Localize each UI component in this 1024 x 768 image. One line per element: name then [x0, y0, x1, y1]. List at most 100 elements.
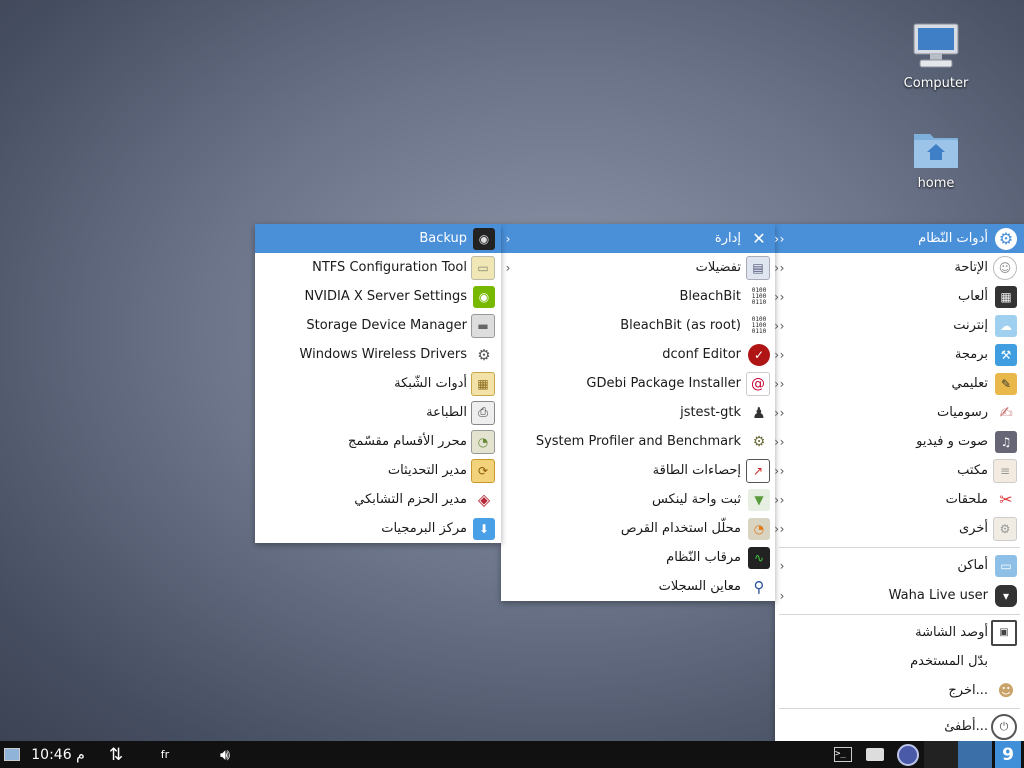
disk-usage-icon: ◔ [748, 517, 770, 540]
menu-item-accessibility[interactable]: › الإتاحة ☺ [775, 253, 1024, 282]
profiler-icon: ⚙ [752, 433, 766, 450]
backup-icon: ◉ [473, 227, 495, 250]
menu-item-label: System Profiler and Benchmark [535, 434, 741, 449]
menu-item-software-center[interactable]: مركز البرمجيات ⬇ [255, 514, 501, 543]
desktop-icon-label: home [917, 176, 955, 191]
menu-item-label: مدير الحزم التشابكي [354, 492, 467, 507]
desktop-icon-label: Computer [903, 76, 969, 91]
tools-icon: ✕ [752, 229, 766, 248]
menu-item-log-viewer[interactable]: معاين السجلات ⚲ [501, 572, 775, 601]
show-desktop-icon[interactable] [4, 741, 20, 768]
menu-item-label: مدير التحديثات [387, 463, 467, 478]
menu-item-storage-manager[interactable]: Storage Device Manager ▬ [255, 311, 501, 340]
menu-item-label: ثبت واحة لينكس [651, 492, 741, 507]
volume-icon[interactable]: 🔊︎ [212, 741, 238, 768]
main-menu: › أدوات النّظام ⚙ › الإتاحة ☺ › ألعاب ▦ … [775, 224, 1024, 741]
browser-icon[interactable] [896, 741, 920, 768]
taskbar: 10:46 م ⇅ fr 🔊︎ >_ 9 [0, 741, 1024, 768]
menu-item-installer[interactable]: ثبت واحة لينكس ▼ › [501, 485, 779, 514]
menu-item-label: برمجة [954, 347, 988, 362]
menu-item-label: ألعاب [957, 289, 988, 304]
menu-item-shutdown[interactable]: أطفئ... ⏻ [775, 712, 1024, 741]
menu-item-internet[interactable]: › إنترنت ☁ [775, 311, 1024, 340]
partition-editor-icon: ◔ [471, 429, 495, 454]
menu-item-label: إحصاءات الطاقة [652, 463, 741, 478]
menu-item-label: NVIDIA X Server Settings [304, 289, 467, 304]
keyboard-layout[interactable]: fr [155, 741, 175, 768]
menu-item-switch-user[interactable]: بدّل المستخدم [775, 647, 1024, 676]
menu-item-disk-usage[interactable]: محلّل استخدام القرص ◔ › [501, 514, 779, 543]
menu-item-preferences[interactable]: › تفضيلات ▤ › [501, 253, 779, 282]
menu-item-nvidia-settings[interactable]: NVIDIA X Server Settings ◉ [255, 282, 501, 311]
workspace-switcher-icon[interactable] [958, 741, 992, 768]
chevron-right-icon: › [774, 405, 779, 420]
menu-item-logout[interactable]: اخرج... ☻ [775, 676, 1024, 705]
menu-item-label: بدّل المستخدم [910, 654, 988, 669]
preferences-icon: ▤ [746, 255, 770, 280]
menu-item-wireless-drivers[interactable]: Windows Wireless Drivers ⚙ [255, 340, 501, 369]
menu-item-accessories[interactable]: › ملحقات ✂ [775, 485, 1024, 514]
chevron-right-icon: › [774, 318, 779, 333]
menu-item-graphics[interactable]: › رسوميات ✍ [775, 398, 1024, 427]
menu-item-games[interactable]: › ألعاب ▦ [775, 282, 1024, 311]
menu-item-places[interactable]: › أماكن ▭ [775, 551, 1024, 580]
menu-item-update-manager[interactable]: مدير التحديثات ⟳ [255, 456, 501, 485]
system-monitor-icon: ∿ [748, 546, 770, 569]
menu-item-printing[interactable]: الطباعة ⎙ [255, 398, 501, 427]
desktop-icon-computer[interactable]: Computer [896, 20, 976, 91]
logout-icon: ☻ [997, 681, 1015, 700]
menu-item-administration[interactable]: › إدارة ✕ › [501, 224, 779, 253]
menu-item-label: صوت و فيديو [916, 434, 988, 449]
menu-item-label: مكتب [957, 463, 988, 478]
programming-icon: ⚒ [995, 343, 1017, 366]
menu-item-ntfs-config[interactable]: NTFS Configuration Tool ▭ [255, 253, 501, 282]
file-manager-icon[interactable] [864, 741, 886, 768]
menu-item-office[interactable]: › مكتب ≡ [775, 456, 1024, 485]
log-viewer-icon: ⚲ [753, 577, 765, 596]
debian-package-icon: @ [746, 371, 770, 396]
menu-item-system-profiler[interactable]: System Profiler and Benchmark ⚙ › [501, 427, 779, 456]
menu-item-backup[interactable]: Backup ◉ [255, 224, 501, 253]
menu-item-education[interactable]: › تعليمي ✎ [775, 369, 1024, 398]
menu-item-label: إدارة [714, 231, 741, 246]
menu-item-user[interactable]: › Waha Live user ▾ [775, 581, 1024, 610]
app-menu-icon[interactable]: 9 [995, 741, 1021, 768]
chevron-right-icon: › [774, 289, 779, 304]
menu-item-other[interactable]: › أخرى ⚙ [775, 514, 1024, 543]
menu-item-power-stats[interactable]: إحصاءات الطاقة ↗ › [501, 456, 779, 485]
menu-item-bleachbit[interactable]: BleachBit 0100 1100 0110 › [501, 282, 779, 311]
menu-item-system-tools[interactable]: › أدوات النّظام ⚙ [775, 224, 1024, 253]
menu-item-label: Backup [419, 231, 467, 246]
menu-item-label: أدوات الشّبكة [394, 376, 467, 391]
menu-item-network-tools[interactable]: أدوات الشّبكة ▦ [255, 369, 501, 398]
desktop-icon-home[interactable]: home [896, 126, 976, 191]
menu-item-bleachbit-root[interactable]: BleachBit (as root) 0100 1100 0110 › [501, 311, 779, 340]
menu-item-label: Waha Live user [888, 588, 988, 603]
places-folder-icon: ▭ [995, 554, 1017, 577]
menu-item-multimedia[interactable]: › صوت و فيديو ♫ [775, 427, 1024, 456]
menu-item-label: ملحقات [945, 492, 988, 507]
lock-screen-icon: ▣ [991, 619, 1017, 646]
menu-item-system-monitor[interactable]: مرقاب النّظام ∿ [501, 543, 775, 572]
menu-item-label: رسوميات [937, 405, 988, 420]
menu-item-jstest[interactable]: jstest-gtk ♟ › [501, 398, 779, 427]
graphics-icon: ✍ [999, 403, 1013, 422]
education-icon: ✎ [995, 372, 1017, 395]
package-manager-icon: ◈ [477, 490, 491, 509]
menu-item-partition-editor[interactable]: محرر الأقسام مقسّمج ◔ [255, 427, 501, 456]
menu-item-label: أخرى [959, 521, 988, 536]
menu-item-package-manager[interactable]: مدير الحزم التشابكي ◈ [255, 485, 501, 514]
menu-item-programming[interactable]: › برمجة ⚒ [775, 340, 1024, 369]
network-arrows-icon[interactable]: ⇅ [104, 741, 128, 768]
clock[interactable]: 10:46 م [24, 741, 92, 768]
menu-item-dconf-editor[interactable]: dconf Editor ✓ › [501, 340, 779, 369]
menu-item-label: اخرج... [948, 683, 988, 698]
dconf-icon: ✓ [748, 343, 770, 366]
installer-icon: ▼ [748, 488, 770, 511]
chevron-right-icon: › [774, 463, 779, 478]
menu-item-gdebi[interactable]: GDebi Package Installer @ › [501, 369, 779, 398]
terminal-icon[interactable]: >_ [832, 741, 854, 768]
internet-icon: ☁ [995, 314, 1017, 337]
workspace-1[interactable] [924, 741, 958, 768]
menu-item-lock-screen[interactable]: أوصد الشاشة ▣ [775, 618, 1024, 647]
